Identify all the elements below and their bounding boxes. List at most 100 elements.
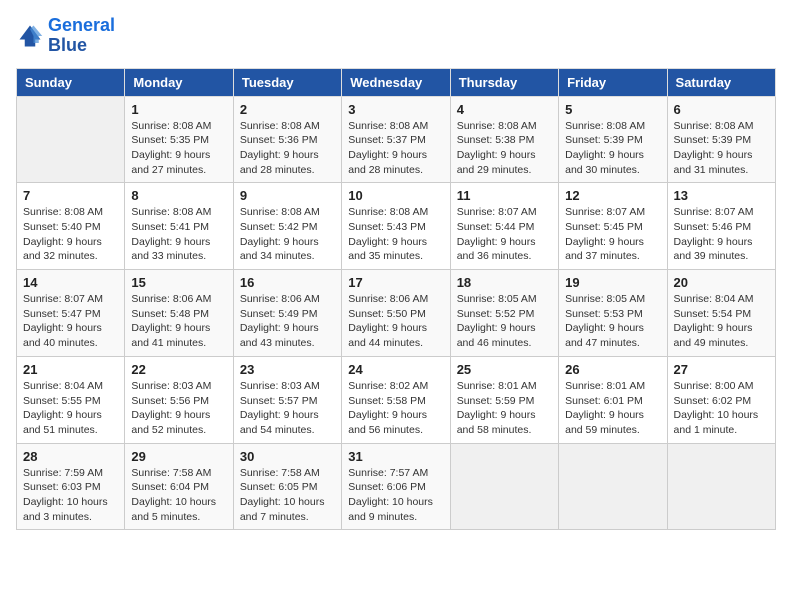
calendar-cell: 21 Sunrise: 8:04 AMSunset: 5:55 PMDayligh…: [17, 356, 125, 443]
cell-info: Sunrise: 8:01 AMSunset: 6:01 PMDaylight:…: [565, 379, 660, 438]
cell-info: Sunrise: 8:08 AMSunset: 5:36 PMDaylight:…: [240, 119, 335, 178]
day-number: 30: [240, 449, 335, 464]
calendar-cell: 19 Sunrise: 8:05 AMSunset: 5:53 PMDayligh…: [559, 270, 667, 357]
day-number: 3: [348, 102, 443, 117]
cell-info: Sunrise: 8:07 AMSunset: 5:47 PMDaylight:…: [23, 292, 118, 351]
weekday-header-row: SundayMondayTuesdayWednesdayThursdayFrid…: [17, 68, 776, 96]
calendar-week-row: 21 Sunrise: 8:04 AMSunset: 5:55 PMDayligh…: [17, 356, 776, 443]
day-number: 10: [348, 188, 443, 203]
calendar-cell: 5 Sunrise: 8:08 AMSunset: 5:39 PMDaylight…: [559, 96, 667, 183]
day-number: 6: [674, 102, 769, 117]
day-number: 12: [565, 188, 660, 203]
cell-info: Sunrise: 8:06 AMSunset: 5:49 PMDaylight:…: [240, 292, 335, 351]
day-number: 16: [240, 275, 335, 290]
cell-info: Sunrise: 8:08 AMSunset: 5:43 PMDaylight:…: [348, 205, 443, 264]
cell-info: Sunrise: 8:08 AMSunset: 5:42 PMDaylight:…: [240, 205, 335, 264]
calendar-cell: 14 Sunrise: 8:07 AMSunset: 5:47 PMDayligh…: [17, 270, 125, 357]
day-number: 20: [674, 275, 769, 290]
day-number: 31: [348, 449, 443, 464]
cell-info: Sunrise: 8:08 AMSunset: 5:38 PMDaylight:…: [457, 119, 552, 178]
logo-icon: [16, 22, 44, 50]
day-number: 18: [457, 275, 552, 290]
calendar-cell: 11 Sunrise: 8:07 AMSunset: 5:44 PMDayligh…: [450, 183, 558, 270]
cell-info: Sunrise: 8:03 AMSunset: 5:56 PMDaylight:…: [131, 379, 226, 438]
calendar-cell: [450, 443, 558, 530]
day-number: 15: [131, 275, 226, 290]
calendar-week-row: 28 Sunrise: 7:59 AMSunset: 6:03 PMDayligh…: [17, 443, 776, 530]
day-number: 22: [131, 362, 226, 377]
calendar-cell: 30Sunrise: 7:58 AMSunset: 6:05 PMDayligh…: [233, 443, 341, 530]
day-number: 13: [674, 188, 769, 203]
calendar-cell: 2 Sunrise: 8:08 AMSunset: 5:36 PMDaylight…: [233, 96, 341, 183]
cell-info: Sunrise: 8:00 AMSunset: 6:02 PMDaylight:…: [674, 379, 769, 438]
calendar-cell: 25Sunrise: 8:01 AMSunset: 5:59 PMDayligh…: [450, 356, 558, 443]
cell-info: Sunrise: 8:07 AMSunset: 5:45 PMDaylight:…: [565, 205, 660, 264]
day-number: 5: [565, 102, 660, 117]
calendar-cell: [559, 443, 667, 530]
day-number: 7: [23, 188, 118, 203]
day-number: 14: [23, 275, 118, 290]
calendar-cell: 24 Sunrise: 8:02 AMSunset: 5:58 PMDayligh…: [342, 356, 450, 443]
calendar-table: SundayMondayTuesdayWednesdayThursdayFrid…: [16, 68, 776, 531]
day-number: 26: [565, 362, 660, 377]
calendar-cell: 27 Sunrise: 8:00 AMSunset: 6:02 PMDayligh…: [667, 356, 775, 443]
cell-info: Sunrise: 8:04 AMSunset: 5:55 PMDaylight:…: [23, 379, 118, 438]
calendar-week-row: 7Sunrise: 8:08 AMSunset: 5:40 PMDaylight…: [17, 183, 776, 270]
cell-info: Sunrise: 8:02 AMSunset: 5:58 PMDaylight:…: [348, 379, 443, 438]
calendar-cell: 16 Sunrise: 8:06 AMSunset: 5:49 PMDayligh…: [233, 270, 341, 357]
cell-info: Sunrise: 7:58 AMSunset: 6:04 PMDaylight:…: [131, 466, 226, 525]
calendar-cell: 1 Sunrise: 8:08 AMSunset: 5:35 PMDaylight…: [125, 96, 233, 183]
day-number: 17: [348, 275, 443, 290]
calendar-cell: 7Sunrise: 8:08 AMSunset: 5:40 PMDaylight…: [17, 183, 125, 270]
cell-info: Sunrise: 8:08 AMSunset: 5:39 PMDaylight:…: [674, 119, 769, 178]
cell-info: Sunrise: 8:01 AMSunset: 5:59 PMDaylight:…: [457, 379, 552, 438]
calendar-cell: 18 Sunrise: 8:05 AMSunset: 5:52 PMDayligh…: [450, 270, 558, 357]
weekday-header: Saturday: [667, 68, 775, 96]
cell-info: Sunrise: 8:08 AMSunset: 5:35 PMDaylight:…: [131, 119, 226, 178]
page-header: General Blue: [16, 16, 776, 56]
cell-info: Sunrise: 8:08 AMSunset: 5:41 PMDaylight:…: [131, 205, 226, 264]
cell-info: Sunrise: 8:07 AMSunset: 5:46 PMDaylight:…: [674, 205, 769, 264]
cell-info: Sunrise: 8:04 AMSunset: 5:54 PMDaylight:…: [674, 292, 769, 351]
weekday-header: Thursday: [450, 68, 558, 96]
logo: General Blue: [16, 16, 115, 56]
day-number: 4: [457, 102, 552, 117]
weekday-header: Monday: [125, 68, 233, 96]
cell-info: Sunrise: 8:06 AMSunset: 5:50 PMDaylight:…: [348, 292, 443, 351]
cell-info: Sunrise: 8:08 AMSunset: 5:39 PMDaylight:…: [565, 119, 660, 178]
calendar-cell: [17, 96, 125, 183]
day-number: 24: [348, 362, 443, 377]
cell-info: Sunrise: 8:07 AMSunset: 5:44 PMDaylight:…: [457, 205, 552, 264]
calendar-week-row: 1 Sunrise: 8:08 AMSunset: 5:35 PMDaylight…: [17, 96, 776, 183]
calendar-cell: 6 Sunrise: 8:08 AMSunset: 5:39 PMDaylight…: [667, 96, 775, 183]
cell-info: Sunrise: 7:57 AMSunset: 6:06 PMDaylight:…: [348, 466, 443, 525]
day-number: 27: [674, 362, 769, 377]
day-number: 28: [23, 449, 118, 464]
day-number: 11: [457, 188, 552, 203]
calendar-cell: 9 Sunrise: 8:08 AMSunset: 5:42 PMDaylight…: [233, 183, 341, 270]
calendar-cell: 8 Sunrise: 8:08 AMSunset: 5:41 PMDaylight…: [125, 183, 233, 270]
cell-info: Sunrise: 7:59 AMSunset: 6:03 PMDaylight:…: [23, 466, 118, 525]
cell-info: Sunrise: 8:05 AMSunset: 5:52 PMDaylight:…: [457, 292, 552, 351]
calendar-cell: 17 Sunrise: 8:06 AMSunset: 5:50 PMDayligh…: [342, 270, 450, 357]
cell-info: Sunrise: 8:05 AMSunset: 5:53 PMDaylight:…: [565, 292, 660, 351]
logo-text: General Blue: [48, 16, 115, 56]
calendar-cell: 23Sunrise: 8:03 AMSunset: 5:57 PMDayligh…: [233, 356, 341, 443]
calendar-cell: 10 Sunrise: 8:08 AMSunset: 5:43 PMDayligh…: [342, 183, 450, 270]
day-number: 2: [240, 102, 335, 117]
day-number: 21: [23, 362, 118, 377]
calendar-cell: 22 Sunrise: 8:03 AMSunset: 5:56 PMDayligh…: [125, 356, 233, 443]
calendar-cell: 29Sunrise: 7:58 AMSunset: 6:04 PMDayligh…: [125, 443, 233, 530]
day-number: 1: [131, 102, 226, 117]
calendar-cell: [667, 443, 775, 530]
calendar-cell: 20 Sunrise: 8:04 AMSunset: 5:54 PMDayligh…: [667, 270, 775, 357]
day-number: 9: [240, 188, 335, 203]
day-number: 23: [240, 362, 335, 377]
calendar-cell: 12 Sunrise: 8:07 AMSunset: 5:45 PMDayligh…: [559, 183, 667, 270]
calendar-cell: 15 Sunrise: 8:06 AMSunset: 5:48 PMDayligh…: [125, 270, 233, 357]
day-number: 8: [131, 188, 226, 203]
weekday-header: Friday: [559, 68, 667, 96]
cell-info: Sunrise: 8:06 AMSunset: 5:48 PMDaylight:…: [131, 292, 226, 351]
cell-info: Sunrise: 8:08 AMSunset: 5:37 PMDaylight:…: [348, 119, 443, 178]
day-number: 19: [565, 275, 660, 290]
